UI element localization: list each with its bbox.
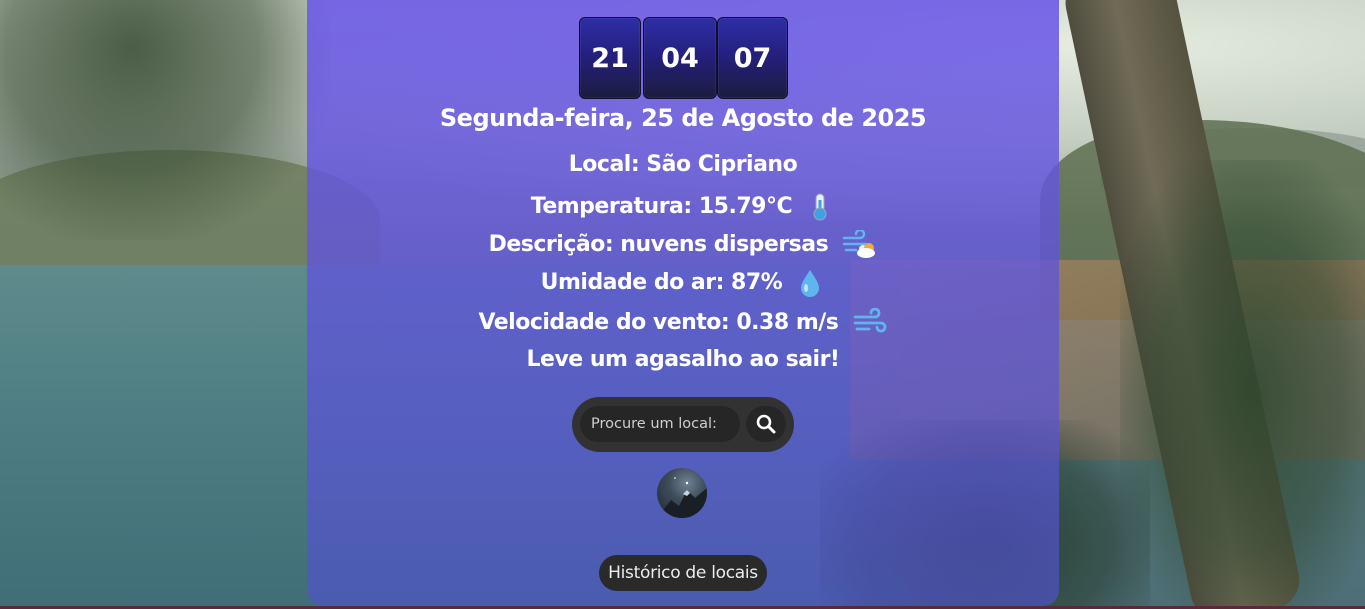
wind-icon bbox=[853, 308, 886, 333]
wind-line: Velocidade do vento: 0.38 m/s bbox=[307, 308, 1059, 338]
humidity-text: Umidade do ar: 87% bbox=[540, 270, 783, 295]
mountain-image bbox=[657, 477, 707, 518]
advice-line: Leve um agasalho ao sair! bbox=[307, 347, 1059, 372]
search-button[interactable] bbox=[746, 406, 786, 442]
digital-clock: 21 04 07 bbox=[579, 17, 789, 99]
description-line: Descrição: nuvens dispersas bbox=[307, 230, 1059, 260]
history-button[interactable]: Histórico de locais bbox=[599, 555, 767, 591]
location-image-avatar[interactable] bbox=[657, 468, 707, 518]
clock-minutes: 04 bbox=[643, 17, 717, 99]
droplet-icon bbox=[801, 270, 820, 297]
thermometer-icon bbox=[813, 193, 827, 221]
location-line: Local: São Cipriano bbox=[307, 152, 1059, 177]
weather-card: 21 04 07 Segunda-feira, 25 de Agosto de … bbox=[307, 0, 1059, 606]
temperature-text: Temperatura: 15.79°C bbox=[530, 194, 793, 219]
advice-text: Leve um agasalho ao sair! bbox=[526, 347, 840, 372]
description-text: Descrição: nuvens dispersas bbox=[488, 232, 829, 257]
search-input[interactable] bbox=[580, 406, 740, 442]
search-bar bbox=[572, 397, 794, 452]
temperature-line: Temperatura: 15.79°C bbox=[307, 192, 1059, 222]
clock-seconds: 07 bbox=[717, 17, 788, 99]
location-text: Local: São Cipriano bbox=[568, 152, 798, 177]
search-icon bbox=[756, 414, 776, 434]
wind-cloud-icon bbox=[843, 230, 876, 258]
wind-text: Velocidade do vento: 0.38 m/s bbox=[478, 310, 839, 335]
current-date: Segunda-feira, 25 de Agosto de 2025 bbox=[439, 104, 927, 132]
clock-hours: 21 bbox=[579, 17, 641, 99]
humidity-line: Umidade do ar: 87% bbox=[307, 268, 1059, 298]
